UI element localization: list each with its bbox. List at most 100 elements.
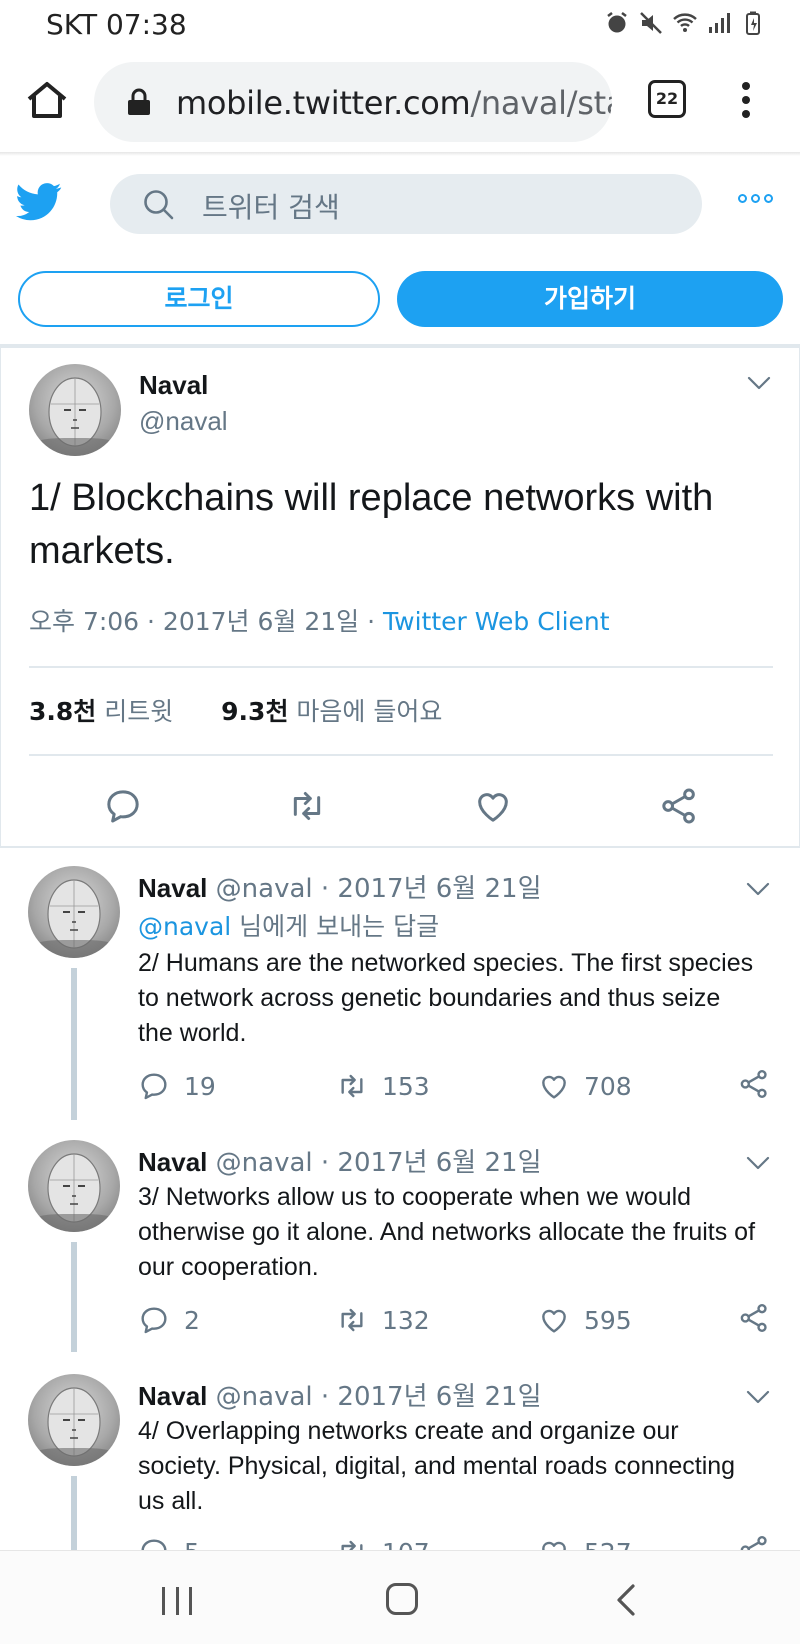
home-nav-icon[interactable] <box>386 1583 418 1615</box>
lock-icon <box>126 88 152 116</box>
avatar[interactable] <box>28 866 120 958</box>
system-nav-bar <box>0 1550 800 1644</box>
address-bar[interactable]: mobile.twitter.com/naval/statu <box>94 62 612 142</box>
main-tweet: Naval @naval 1/ Blockchains will replace… <box>0 348 800 848</box>
thread-line <box>71 968 77 1120</box>
tweet-text: 4/ Overlapping networks create and organ… <box>138 1417 736 1515</box>
author-name[interactable]: Naval <box>139 370 208 401</box>
tweet-text: 1/ Blockchains will replace networks wit… <box>29 477 714 572</box>
tweet-stats: 3.8천 리트윗 9.3천 마음에 들어요 <box>29 692 442 728</box>
more-icon[interactable] <box>738 194 778 210</box>
divider <box>29 666 773 668</box>
share-icon[interactable] <box>738 1302 770 1334</box>
search-placeholder: 트위터 검색 <box>202 191 340 224</box>
search-bar[interactable]: 트위터 검색 <box>110 174 702 234</box>
tweet-meta: @naval · 2017년 6월 21일 <box>207 1148 542 1178</box>
retweet-count: 107 <box>382 1538 430 1551</box>
avatar[interactable] <box>28 1140 120 1232</box>
tweet-text: 3/ Networks allow us to cooperate when w… <box>138 1183 756 1281</box>
tweet-client-link[interactable]: Twitter Web Client <box>383 607 610 636</box>
reply-tweet[interactable]: Naval @naval · 2017년 6월 21일 3/ Networks … <box>0 1124 800 1352</box>
tweet-meta: @naval · 2017년 6월 21일 <box>207 1382 542 1412</box>
retweets-count: 3.8천 <box>29 697 97 726</box>
chevron-down-icon[interactable] <box>746 1390 770 1404</box>
tweet-text: 2/ Humans are the networked species. The… <box>138 949 754 1047</box>
like-icon <box>538 1304 570 1336</box>
retweet-icon <box>336 1070 368 1102</box>
browser-toolbar: mobile.twitter.com/naval/statu 22 <box>0 52 800 152</box>
tweet-meta: 오후 7:06 · 2017년 6월 21일 · Twitter Web Cli… <box>29 602 610 638</box>
chevron-down-icon[interactable] <box>746 882 770 896</box>
tweet-actions: 5 107 527 <box>138 1534 778 1550</box>
replying-to-label: 님에게 보내는 답글 <box>231 912 440 941</box>
retweet-action[interactable]: 107 <box>336 1534 430 1550</box>
url-path: /naval/statu <box>470 84 612 122</box>
avatar[interactable] <box>28 1374 120 1466</box>
share-icon[interactable] <box>738 1534 770 1550</box>
retweet-count: 153 <box>382 1071 430 1101</box>
like-count: 708 <box>584 1071 632 1101</box>
author-name[interactable]: Naval <box>138 873 207 903</box>
reply-count: 2 <box>184 1305 200 1335</box>
replying-to: @naval 님에게 보내는 답글 <box>138 907 439 943</box>
tweet-actions: 19 153 708 <box>138 1068 778 1104</box>
retweet-icon <box>336 1304 368 1336</box>
author-name[interactable]: Naval <box>138 1147 207 1177</box>
home-icon[interactable] <box>22 76 72 126</box>
thread-line <box>71 1476 77 1550</box>
share-icon[interactable] <box>738 1068 770 1100</box>
author-name[interactable]: Naval <box>138 1381 207 1411</box>
like-count: 595 <box>584 1305 632 1335</box>
share-icon[interactable] <box>659 786 699 826</box>
chevron-down-icon[interactable] <box>746 1156 770 1170</box>
carrier-time: SKT 07:38 <box>46 8 187 41</box>
reply-icon <box>138 1304 170 1336</box>
recent-apps-icon[interactable] <box>162 1587 192 1615</box>
retweet-icon[interactable] <box>287 786 327 826</box>
likes-stat[interactable]: 9.3천 마음에 들어요 <box>221 697 442 726</box>
reply-count: 5 <box>184 1538 200 1551</box>
author-handle[interactable]: @naval <box>139 406 228 437</box>
likes-count: 9.3천 <box>221 697 289 726</box>
retweets-stat[interactable]: 3.8천 리트윗 <box>29 697 173 726</box>
like-icon[interactable] <box>473 786 513 826</box>
reply-icon <box>138 1536 170 1550</box>
reply-tweet[interactable]: Naval @naval · 2017년 6월 21일 @naval 님에게 보… <box>0 850 800 1120</box>
status-bar: SKT 07:38 <box>0 0 800 50</box>
like-action[interactable]: 595 <box>538 1302 632 1338</box>
chevron-down-icon[interactable] <box>747 376 771 390</box>
like-icon <box>538 1536 570 1550</box>
signal-icon <box>706 10 732 36</box>
reply-icon[interactable] <box>103 786 143 826</box>
like-action[interactable]: 708 <box>538 1068 632 1104</box>
reply-tweet[interactable]: Naval @naval · 2017년 6월 21일 4/ Overlappi… <box>0 1358 800 1550</box>
like-icon <box>538 1070 570 1102</box>
likes-label: 마음에 들어요 <box>288 697 443 726</box>
tweet-header: Naval @naval · 2017년 6월 21일 <box>138 868 542 905</box>
reply-action[interactable]: 5 <box>138 1534 200 1550</box>
like-action[interactable]: 527 <box>538 1534 632 1550</box>
reply-count: 19 <box>184 1071 216 1101</box>
retweet-action[interactable]: 153 <box>336 1068 430 1104</box>
tabs-button[interactable]: 22 <box>648 80 686 118</box>
login-button[interactable]: 로그인 <box>18 271 380 327</box>
search-icon <box>142 188 174 220</box>
tweet-header: Naval @naval · 2017년 6월 21일 <box>138 1142 542 1179</box>
reply-icon <box>138 1070 170 1102</box>
url-text: mobile.twitter.com/naval/statu <box>176 84 612 122</box>
tweet-meta: @naval · 2017년 6월 21일 <box>207 874 542 904</box>
menu-icon[interactable] <box>734 78 758 122</box>
avatar[interactable] <box>29 364 121 456</box>
thread-line <box>71 1242 77 1352</box>
battery-icon <box>740 10 766 36</box>
like-count: 527 <box>584 1538 632 1551</box>
reply-action[interactable]: 19 <box>138 1068 216 1104</box>
signup-button[interactable]: 가입하기 <box>397 271 783 327</box>
mention-link[interactable]: @naval <box>138 912 231 941</box>
twitter-header: 트위터 검색 로그인 가입하기 <box>0 156 800 346</box>
back-icon[interactable] <box>614 1583 638 1617</box>
reply-action[interactable]: 2 <box>138 1302 200 1338</box>
twitter-bird-icon[interactable] <box>16 182 62 222</box>
retweet-action[interactable]: 132 <box>336 1302 430 1338</box>
status-icons <box>604 10 766 36</box>
